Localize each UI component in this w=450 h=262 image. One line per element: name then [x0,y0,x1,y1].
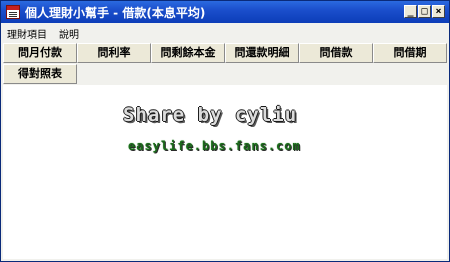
ask-repayment-details-button[interactable]: 問還款明細 [225,43,299,63]
toolbar-row-1: 問月付款 問利率 問剩餘本金 問還款明細 問借款 問借期 [3,43,447,63]
ask-loan-term-button[interactable]: 問借期 [373,43,447,63]
ask-loan-amount-button[interactable]: 問借款 [299,43,373,63]
menu-help[interactable]: 說明 [59,26,79,41]
menu-finance-items[interactable]: 理財項目 [7,26,47,41]
watermark-site-text: easylife.bbs.fans.com [128,139,301,153]
toolbar-row-2: 得對照表 [3,64,447,84]
ask-interest-rate-button[interactable]: 問利率 [77,43,151,63]
watermark-author-text: Share by cyliu [123,104,298,126]
ask-remaining-principal-button[interactable]: 問剩餘本金 [151,43,225,63]
app-window: 個人理財小幫手 - 借款(本息平均) _ □ × 理財項目 說明 問月付款 問利… [0,0,450,262]
window-title: 個人理財小幫手 - 借款(本息平均) [25,6,206,20]
title-bar[interactable]: 個人理財小幫手 - 借款(本息平均) _ □ × [1,1,449,23]
app-icon[interactable] [6,5,20,19]
minimize-button[interactable]: _ [404,5,417,18]
menu-bar: 理財項目 說明 [1,24,449,41]
ask-monthly-payment-button[interactable]: 問月付款 [3,43,77,63]
get-comparison-table-button[interactable]: 得對照表 [3,64,77,84]
close-button[interactable]: × [432,5,445,18]
maximize-button[interactable]: □ [418,5,431,18]
content-area: Share by cyliu easylife.bbs.fans.com [3,85,447,259]
